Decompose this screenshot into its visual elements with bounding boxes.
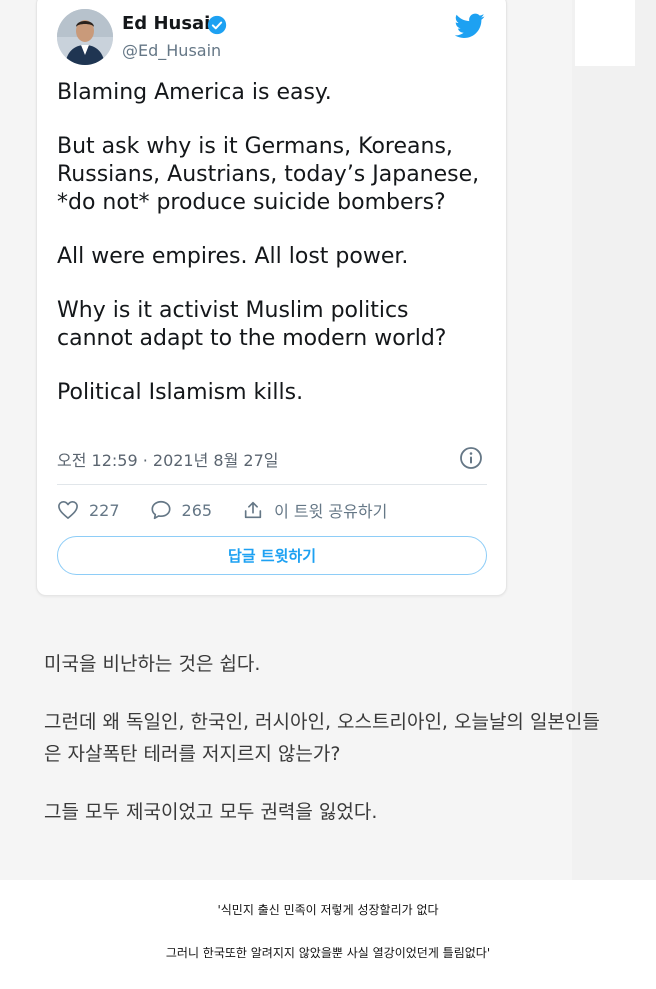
- like-button[interactable]: 227: [57, 500, 120, 520]
- caption-line: '식민지 출신 민족이 저렇게 성장할리가 없다: [217, 903, 439, 917]
- tweet-actions: 227 265 이 트윗 공유하기: [57, 497, 417, 523]
- tweet-card: Ed Husain @Ed_Husain Blaming America is …: [36, 0, 507, 596]
- heart-icon: [58, 501, 78, 519]
- tweet-text: Blaming America is easy. But ask why is …: [57, 79, 497, 433]
- share-icon: [244, 501, 262, 519]
- share-label: 이 트윗 공유하기: [274, 502, 388, 521]
- translation-paragraph: 미국을 비난하는 것은 쉽다.: [44, 653, 261, 675]
- info-icon[interactable]: [459, 446, 483, 470]
- divider: [57, 484, 487, 485]
- share-button[interactable]: 이 트윗 공유하기: [242, 498, 387, 522]
- avatar-photo: [57, 9, 113, 65]
- tweet-paragraph: But ask why is it Germans, Koreans, Russ…: [57, 134, 480, 215]
- translation-text: 미국을 비난하는 것은 쉽다. 그런데 왜 독일인, 한국인, 러시아인, 오스…: [44, 648, 604, 854]
- verified-badge-icon: [207, 15, 227, 35]
- reply-tweet-button[interactable]: 답글 트윗하기: [57, 536, 487, 575]
- corner-patch: [575, 0, 635, 66]
- tweet-paragraph: Blaming America is easy.: [57, 80, 332, 105]
- caption-line: 그러니 한국또한 알려지지 않았을뿐 사실 열강이었던게 틀림없다': [165, 946, 491, 960]
- comment-icon: [151, 500, 171, 520]
- user-handle[interactable]: @Ed_Husain: [122, 41, 221, 60]
- tweet-timestamp[interactable]: 오전 12:59 · 2021년 8월 27일: [57, 447, 278, 471]
- reply-count: 265: [181, 500, 213, 520]
- avatar[interactable]: [57, 9, 113, 65]
- translation-paragraph: 그런데 왜 독일인, 한국인, 러시아인, 오스트리아인, 오늘날의 일본인들은…: [44, 711, 600, 765]
- tweet-paragraph: Political Islamism kills.: [57, 380, 304, 405]
- like-count: 227: [89, 500, 120, 520]
- reply-count-button[interactable]: 265: [150, 499, 213, 521]
- twitter-bird-icon[interactable]: [455, 13, 485, 39]
- tweet-paragraph: Why is it activist Muslim politics canno…: [57, 298, 447, 351]
- tweet-paragraph: All were empires. All lost power.: [57, 244, 409, 269]
- translation-paragraph: 그들 모두 제국이었고 모두 권력을 잃었다.: [44, 801, 378, 823]
